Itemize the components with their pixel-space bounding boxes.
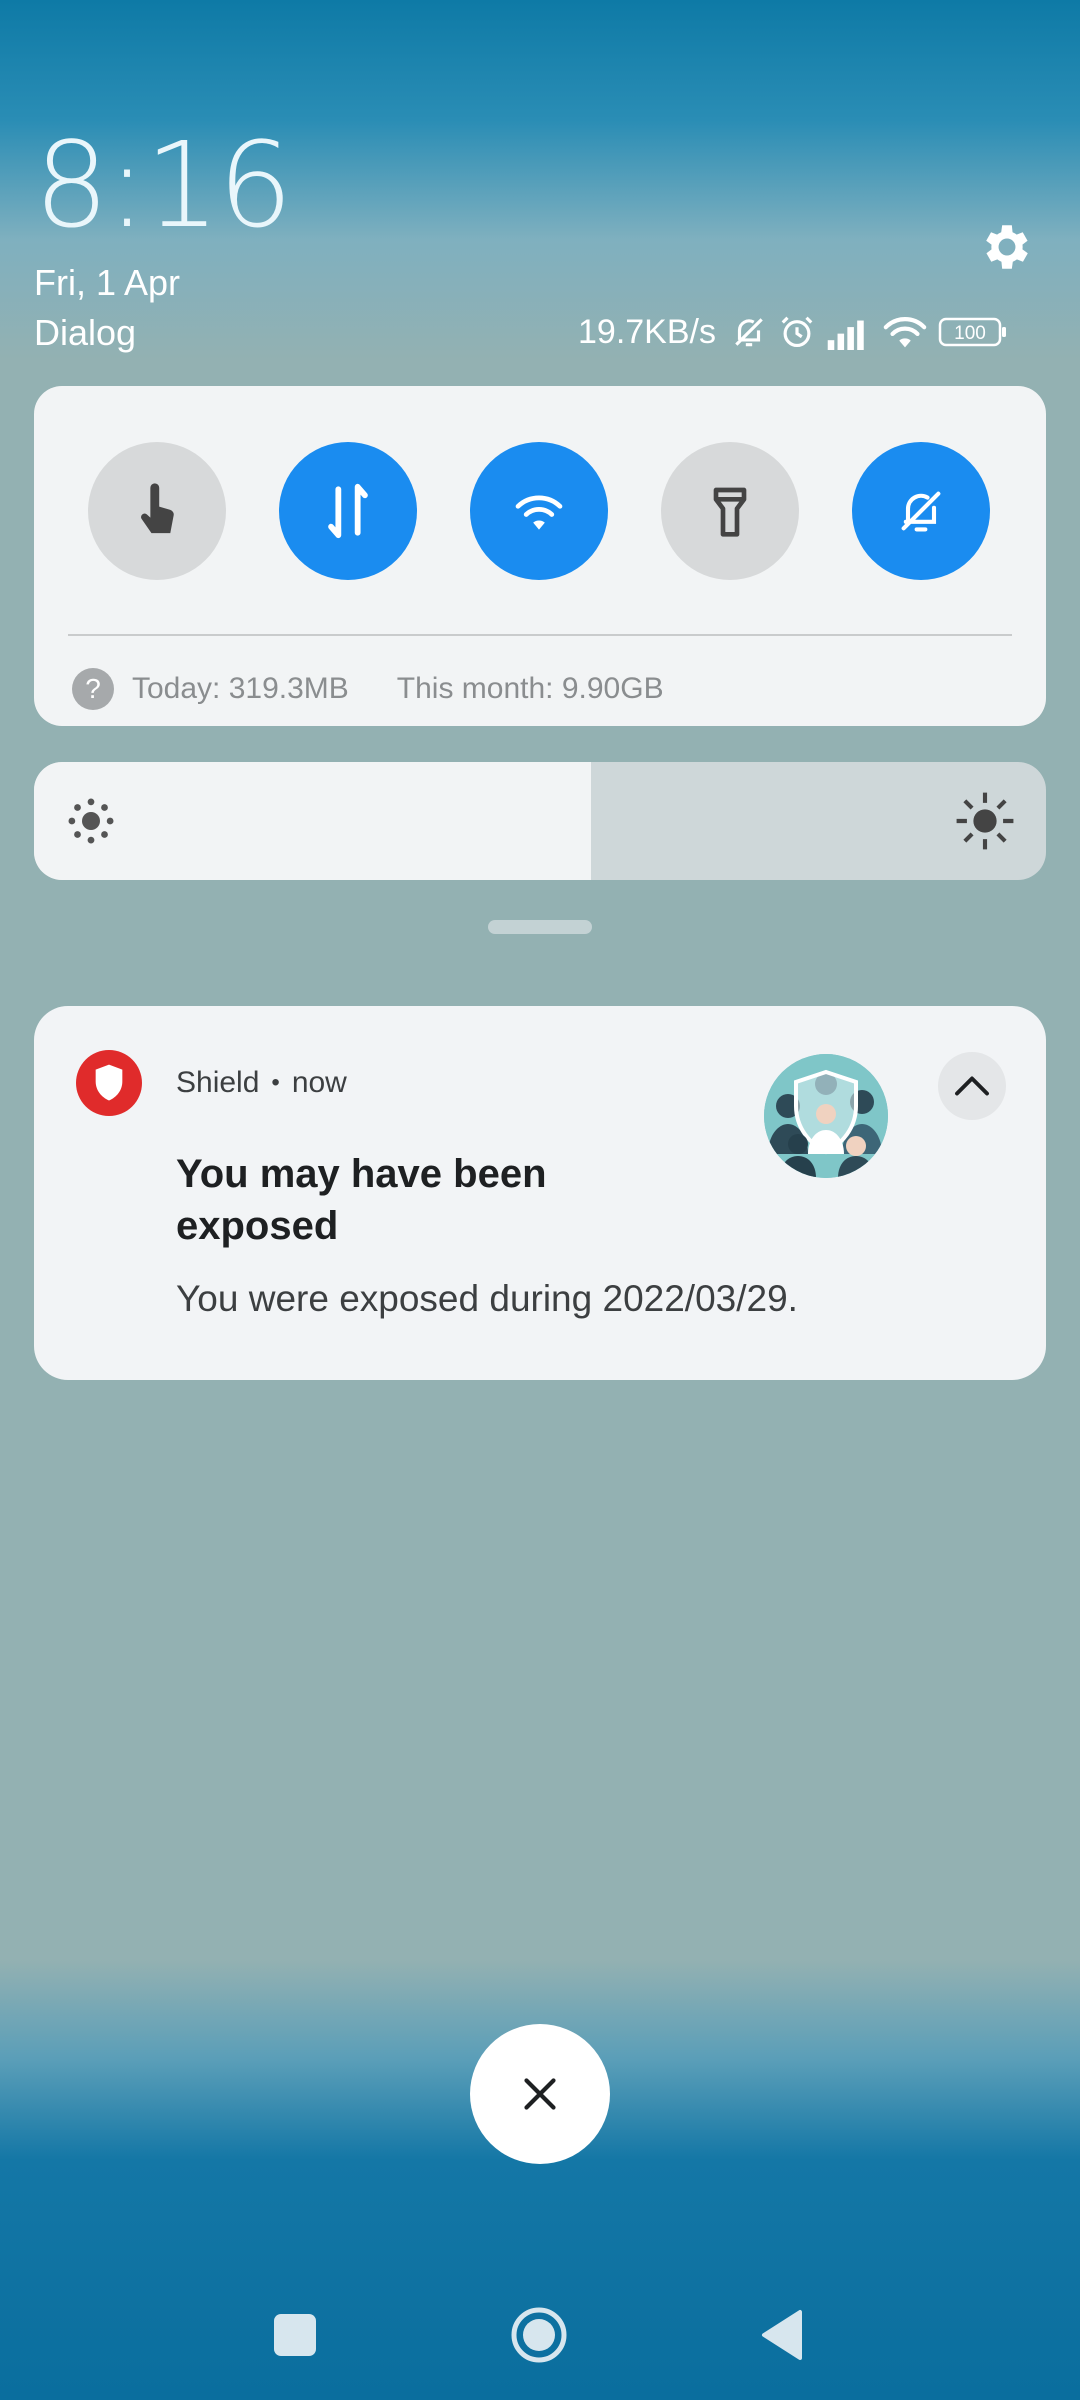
home-button[interactable] — [510, 2306, 568, 2364]
mobile-data-toggle[interactable] — [279, 442, 417, 580]
usage-today: Today: 319.3MB — [132, 672, 349, 705]
recents-button[interactable] — [274, 2314, 316, 2356]
notification-header: Shield • now — [176, 1066, 347, 1100]
notification-title: You may have been exposed — [176, 1152, 547, 1248]
app-name: Shield — [176, 1066, 260, 1099]
qs-divider — [68, 634, 1012, 636]
alarm-icon — [781, 316, 813, 348]
date-label: Fri, 1 Apr — [34, 262, 181, 303]
brightness-high-icon — [956, 792, 1014, 850]
data-usage-row[interactable]: ? Today: 319.3MB This month: 9.90GB — [72, 664, 664, 714]
back-button[interactable] — [760, 2308, 804, 2362]
chevron-up-icon — [955, 1076, 989, 1096]
clear-all-button[interactable] — [470, 2024, 610, 2164]
help-icon: ? — [72, 668, 114, 710]
header-separator: • — [271, 1069, 280, 1096]
touch-assistant-toggle[interactable] — [88, 442, 226, 580]
wifi-icon — [515, 495, 563, 530]
wifi-icon — [883, 317, 927, 348]
brightness-low-icon — [68, 798, 114, 844]
notification-body: You were exposed during 2022/03/29. — [176, 1278, 798, 1319]
notification-image — [764, 1054, 888, 1178]
people-shield-illustration — [764, 1054, 888, 1178]
signal-icon — [827, 320, 864, 350]
collapse-button[interactable] — [938, 1052, 1006, 1120]
close-icon — [524, 2078, 556, 2110]
app-icon — [76, 1050, 142, 1116]
carrier-label: Dialog — [34, 312, 137, 353]
shield-icon — [95, 1064, 123, 1101]
status-bar: 19.7KB/s 100 — [578, 308, 1040, 356]
battery-icon: 100 — [938, 317, 1006, 347]
flashlight-icon — [713, 487, 747, 537]
bell-off-icon — [901, 491, 941, 532]
bell-off-icon — [735, 318, 763, 347]
network-speed: 19.7KB/s — [578, 312, 716, 351]
wifi-toggle[interactable] — [470, 442, 608, 580]
notification-time: now — [291, 1066, 347, 1099]
flashlight-toggle[interactable] — [661, 442, 799, 580]
touch-icon — [141, 483, 174, 534]
settings-gear-icon[interactable] — [978, 218, 1036, 276]
mute-toggle[interactable] — [852, 442, 990, 580]
notification-card[interactable]: Shield • now You may have been exposed Y… — [34, 1006, 1046, 1380]
quick-settings-panel: ? Today: 319.3MB This month: 9.90GB — [34, 386, 1046, 726]
mobile-data-icon — [328, 483, 368, 539]
usage-month: This month: 9.90GB — [396, 672, 664, 705]
brightness-slider[interactable] — [34, 762, 1046, 880]
battery-level-text: 100 — [954, 323, 986, 344]
panel-drag-handle[interactable] — [488, 920, 592, 934]
clock-time: 8:16 — [34, 116, 293, 254]
